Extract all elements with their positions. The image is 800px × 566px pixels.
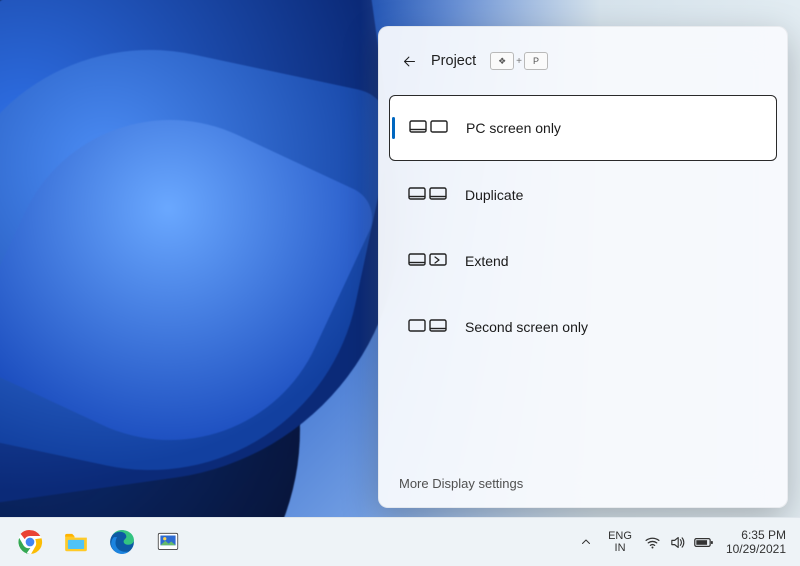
- more-display-settings-link[interactable]: More Display settings: [379, 461, 787, 507]
- battery-icon: [694, 534, 714, 551]
- taskbar-app-file-explorer[interactable]: [56, 522, 96, 562]
- option-second-screen-only[interactable]: Second screen only: [389, 295, 777, 359]
- back-arrow-icon: [402, 54, 417, 69]
- flyout-title: Project: [431, 53, 476, 69]
- tray-overflow-button[interactable]: [576, 532, 596, 552]
- volume-icon: [669, 534, 686, 551]
- option-label: Duplicate: [465, 187, 523, 203]
- clock[interactable]: 6:35 PM 10/29/2021: [726, 528, 790, 556]
- clock-time: 6:35 PM: [726, 528, 786, 542]
- language-indicator[interactable]: ENG IN: [608, 530, 632, 554]
- shortcut-hint: ❖ + P: [490, 52, 548, 70]
- option-extend[interactable]: Extend: [389, 229, 777, 293]
- photos-icon: [155, 529, 181, 555]
- option-label: Extend: [465, 253, 509, 269]
- second-screen-only-icon: [407, 315, 449, 339]
- wifi-icon: [644, 534, 661, 551]
- chevron-up-icon: [580, 536, 592, 548]
- option-duplicate[interactable]: Duplicate: [389, 163, 777, 227]
- shortcut-key-p: P: [524, 52, 548, 70]
- clock-date: 10/29/2021: [726, 542, 786, 556]
- system-tray: ENG IN 6:35 PM 10/29/2021: [576, 528, 790, 556]
- folder-icon: [63, 529, 89, 555]
- edge-icon: [109, 529, 135, 555]
- project-flyout: Project ❖ + P PC screen only: [378, 26, 788, 508]
- chrome-icon: [17, 529, 43, 555]
- taskbar-app-edge[interactable]: [102, 522, 142, 562]
- taskbar: ENG IN 6:35 PM 10/29/2021: [0, 517, 800, 566]
- option-label: PC screen only: [466, 120, 561, 136]
- back-button[interactable]: [397, 49, 421, 73]
- duplicate-icon: [407, 183, 449, 207]
- extend-icon: [407, 249, 449, 273]
- option-label: Second screen only: [465, 319, 588, 335]
- network-sound-battery[interactable]: [644, 534, 714, 551]
- option-pc-screen-only[interactable]: PC screen only: [389, 95, 777, 161]
- shortcut-key-win: ❖: [490, 52, 514, 70]
- project-options: PC screen only Duplicate: [379, 87, 787, 461]
- taskbar-app-chrome[interactable]: [10, 522, 50, 562]
- pc-screen-only-icon: [408, 116, 450, 140]
- taskbar-app-photos[interactable]: [148, 522, 188, 562]
